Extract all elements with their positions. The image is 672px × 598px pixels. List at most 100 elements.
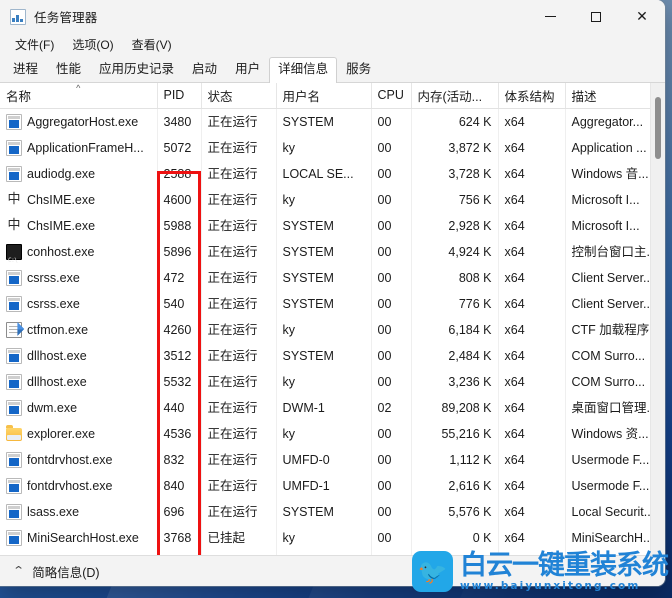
fewer-details-button[interactable]: 简略信息(D) <box>32 562 99 581</box>
tab-details[interactable]: 详细信息 <box>269 57 338 83</box>
column-header-memory[interactable]: 内存(活动... <box>411 83 499 109</box>
cell-name: fontdrvhost.exe <box>0 472 158 499</box>
cell-cpu: 00 <box>371 160 412 187</box>
tab-app-history[interactable]: 应用历史记录 <box>90 57 183 82</box>
process-name-label: csrss.exe <box>27 270 80 285</box>
column-header-cpu[interactable]: CPU <box>371 83 412 109</box>
cell-status: 正在运行 <box>201 472 277 499</box>
window-icon <box>6 347 22 364</box>
table-row[interactable]: 中 ChsIME.exe 5988 正在运行 SYSTEM 00 2,928 Kx64 Mic… <box>0 212 657 239</box>
cell-memory: 5,576 K <box>411 498 499 525</box>
console-icon <box>6 243 22 265</box>
window-icon <box>6 556 22 557</box>
table-row[interactable]: fontdrvhost.exe 840 正在运行 UMFD-1 00 2,616 Kx64… <box>0 472 657 499</box>
window-icon <box>6 503 22 520</box>
table-row[interactable]: AggregatorHost.exe 3480 正在运行 SYSTEM 00 624 Kx… <box>0 108 657 135</box>
process-name-cell: csrss.exe <box>6 265 151 291</box>
process-table-body: AggregatorHost.exe 3480 正在运行 SYSTEM 00 624 Kx… <box>0 108 657 557</box>
task-manager-icon <box>10 8 26 25</box>
cell-memory: 55,216 K <box>411 420 499 447</box>
menu-view[interactable]: 查看(V) <box>125 34 179 55</box>
column-header-status[interactable]: 状态 <box>201 83 277 109</box>
tab-services[interactable]: 服务 <box>337 57 380 82</box>
cell-user: ky <box>276 524 372 551</box>
table-row[interactable]: csrss.exe 540 正在运行 SYSTEM 00 776 Kx64 Client S… <box>0 290 657 317</box>
cell-name: conhost.exe <box>0 238 158 265</box>
cell-user: ky <box>276 316 372 343</box>
tab-bar: 进程 性能 应用历史记录 启动 用户 详细信息 服务 <box>0 56 665 83</box>
table-row[interactable]: conhost.exe 5896正在运行SYSTEM004,924 Kx64 控制台… <box>0 238 657 265</box>
table-row[interactable]: fontdrvhost.exe 832 正在运行 UMFD-0 00 1,112 Kx64… <box>0 446 657 473</box>
notepad-icon <box>6 321 22 338</box>
table-row[interactable]: MoUsoCoreWorke... 7276正在运行SYSTEM0026,472 … <box>0 550 657 557</box>
cell-cpu: 00 <box>371 524 412 551</box>
column-header-name[interactable]: 名称 ^ <box>0 83 158 109</box>
cell-status: 正在运行 <box>201 238 277 265</box>
process-name-cell: MiniSearchHost.exe <box>6 525 151 551</box>
scrollbar-thumb[interactable] <box>655 97 661 159</box>
cell-name: lsass.exe <box>0 498 158 525</box>
table-row[interactable]: dwm.exe 440 正在运行 DWM-1 02 89,208 Kx64 桌面窗口管理..… <box>0 394 657 421</box>
table-row[interactable]: 中 ChsIME.exe 4600 正在运行 ky 00 756 Kx64 Microsoft… <box>0 186 657 213</box>
window-icon <box>6 529 22 546</box>
cell-description: Usermode F... <box>571 478 650 493</box>
tab-performance[interactable]: 性能 <box>47 57 90 82</box>
table-row[interactable]: MiniSearchHost.exe 3768 已挂起 ky 00 0 Kx64 MiniS… <box>0 524 657 551</box>
tab-users[interactable]: 用户 <box>226 57 269 82</box>
process-name-label: fontdrvhost.exe <box>27 452 113 467</box>
cell-user: DWM-1 <box>276 394 372 421</box>
process-name-cell: fontdrvhost.exe <box>6 473 151 499</box>
process-name-label: AggregatorHost.exe <box>27 114 139 129</box>
chevron-up-icon: ⌃ <box>12 564 25 577</box>
cell-description: Windows 音... <box>571 166 649 181</box>
menu-options[interactable]: 选项(O) <box>65 34 120 55</box>
process-name-cell: explorer.exe <box>6 421 151 447</box>
minimize-button[interactable] <box>527 0 573 33</box>
cell-pid: 440 <box>157 394 202 421</box>
cell-description: 控制台窗口主... <box>571 244 657 259</box>
cell-architecture: x64 <box>498 160 566 187</box>
cell-memory: 89,208 K <box>411 394 499 421</box>
window-controls: ✕ <box>527 0 665 33</box>
tab-startup[interactable]: 启动 <box>183 57 226 82</box>
table-row[interactable]: ApplicationFrameH... 5072 正在运行 ky 00 3,872 Kx… <box>0 134 657 161</box>
column-header-pid[interactable]: PID <box>157 83 202 109</box>
cell-cpu: 00 <box>371 420 412 447</box>
cell-pid: 2588 <box>157 160 202 187</box>
cell-name: ctfmon.exe <box>0 316 158 343</box>
table-row[interactable]: csrss.exe 472 正在运行 SYSTEM 00 808 Kx64 Client S… <box>0 264 657 291</box>
cell-pid: 472 <box>157 264 202 291</box>
cell-description: Microsoft I... <box>571 192 640 207</box>
cell-architecture: x64 <box>498 550 566 555</box>
cell-status: 正在运行 <box>201 394 277 421</box>
cell-architecture: x64 <box>498 264 566 291</box>
table-row[interactable]: dllhost.exe 3512 正在运行 SYSTEM 00 2,484 Kx64 COM… <box>0 342 657 369</box>
menu-file[interactable]: 文件(F) <box>8 34 61 55</box>
process-name-cell: AggregatorHost.exe <box>6 109 151 135</box>
window-icon <box>6 477 22 494</box>
cell-description: MiniSearchH... <box>571 530 654 545</box>
process-name-label: ChsIME.exe <box>27 192 96 207</box>
tab-processes[interactable]: 进程 <box>4 57 47 82</box>
column-header-arch[interactable]: 体系结构 <box>498 83 566 109</box>
process-name-label: fontdrvhost.exe <box>27 478 113 493</box>
process-name-label: audiodg.exe <box>27 166 96 181</box>
table-row[interactable]: explorer.exe 4536 正在运行 ky 00 55,216 Kx64 Windo… <box>0 420 657 447</box>
column-header-user[interactable]: 用户名 <box>276 83 372 109</box>
table-row[interactable]: lsass.exe 696 正在运行 SYSTEM 00 5,576 Kx64 Local … <box>0 498 657 525</box>
process-name-label: MoUsoCoreWorke... <box>27 551 140 556</box>
maximize-button[interactable] <box>573 0 619 33</box>
table-row[interactable]: audiodg.exe 2588 正在运行 LOCAL SE... 00 3,728 Kx… <box>0 160 657 187</box>
table-row[interactable]: dllhost.exe 5532 正在运行 ky 00 3,236 Kx64 COM Sur… <box>0 368 657 395</box>
close-button[interactable]: ✕ <box>619 0 665 33</box>
cell-description: Windows 资... <box>571 426 649 441</box>
process-name-label: explorer.exe <box>27 426 96 441</box>
process-name-label: ApplicationFrameH... <box>27 140 144 155</box>
cell-user: ky <box>276 368 372 395</box>
cell-architecture: x64 <box>498 394 566 421</box>
cell-pid: 3512 <box>157 342 202 369</box>
cell-architecture: x64 <box>498 290 566 317</box>
table-row[interactable]: ctfmon.exe 4260 正在运行 ky 00 6,184 Kx64 CTF 加载程序 <box>0 316 657 343</box>
vertical-scrollbar[interactable] <box>650 83 665 555</box>
column-header-description[interactable]: 描述 <box>565 83 657 109</box>
